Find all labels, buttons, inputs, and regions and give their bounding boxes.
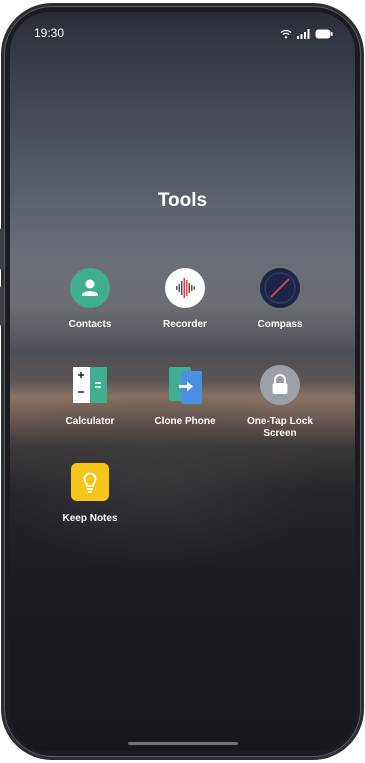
app-clone-phone[interactable]: Clone Phone — [137, 365, 233, 428]
app-label: Contacts — [68, 319, 112, 330]
calculator-icon — [70, 365, 110, 405]
app-label: Keep Notes — [62, 513, 118, 524]
compass-icon — [260, 268, 300, 308]
app-one-tap-lock-screen[interactable]: One-Tap Lock Screen — [232, 365, 328, 440]
home-indicator[interactable] — [127, 742, 238, 745]
status-time: 19:30 — [34, 26, 65, 40]
app-recorder[interactable]: Recorder — [137, 268, 233, 331]
app-label: Compass — [257, 319, 303, 330]
clone-phone-icon — [165, 365, 205, 405]
folder-title: Tools — [157, 190, 208, 211]
volume-button — [0, 228, 4, 270]
contacts-icon — [70, 268, 110, 308]
app-label: One-Tap Lock Screen — [247, 416, 313, 439]
recorder-icon — [165, 268, 205, 308]
lock-icon — [260, 365, 300, 405]
battery-icon — [315, 26, 333, 44]
app-label: Recorder — [163, 319, 207, 330]
notes-icon — [70, 462, 110, 502]
app-label: Calculator — [65, 416, 115, 427]
power-button — [0, 286, 4, 326]
home-screen-folder: 19:30 Tools Contacts Recorder Compass Ca… — [10, 12, 355, 751]
app-keep-notes[interactable]: Keep Notes — [42, 462, 138, 525]
app-contacts[interactable]: Contacts — [42, 268, 138, 331]
app-label: Clone Phone — [154, 416, 216, 427]
wifi-icon — [280, 26, 292, 44]
app-calculator[interactable]: Calculator — [42, 365, 138, 428]
signal-icon — [297, 26, 310, 44]
app-compass[interactable]: Compass — [232, 268, 328, 331]
status-icons — [280, 26, 333, 44]
